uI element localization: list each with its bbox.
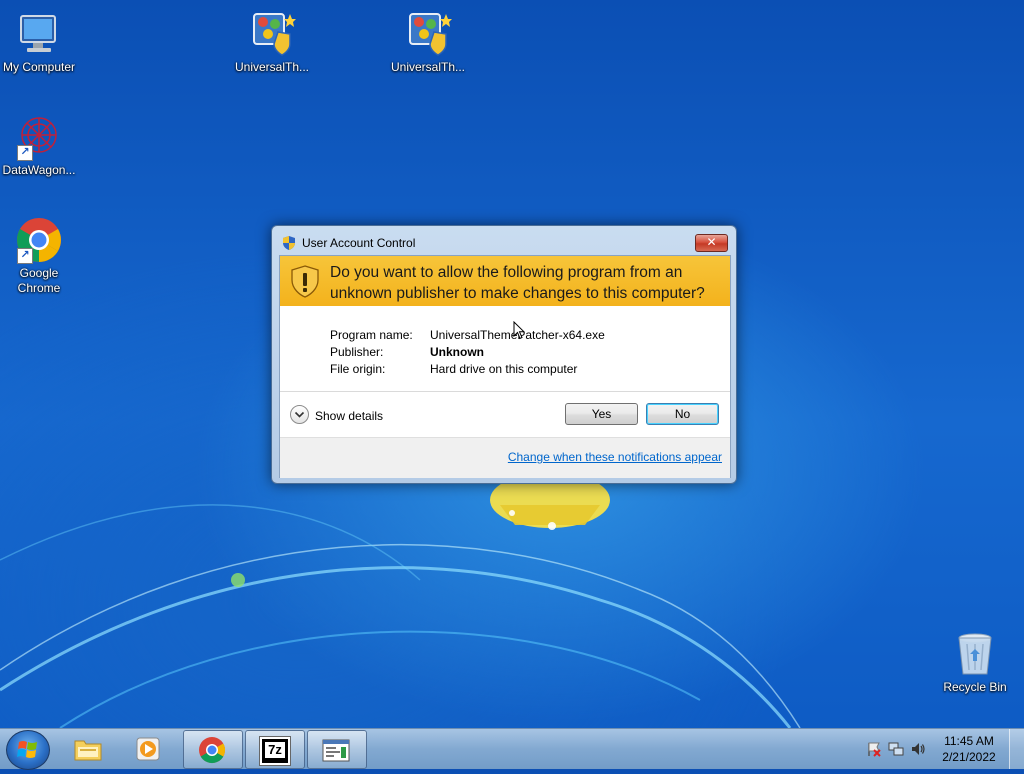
taskbar-app-window[interactable] (307, 730, 367, 769)
show-details-label[interactable]: Show details (315, 409, 383, 423)
7zip-icon: 7z (259, 736, 291, 766)
universal-theme-patcher-icon (404, 10, 452, 58)
clock-time: 11:45 AM (944, 734, 994, 748)
chrome-icon (199, 737, 226, 764)
uac-titlebar[interactable]: User Account Control ✕ (272, 226, 736, 254)
publisher-label: Publisher: (330, 345, 384, 359)
uac-dialog: User Account Control ✕ Do you want to al… (271, 225, 737, 484)
desktop-icon-label: Google Chrome (17, 266, 61, 295)
file-origin-value: Hard drive on this computer (430, 362, 578, 376)
desktop-icon-label: My Computer (2, 60, 76, 74)
desktop-icon-recycle-bin[interactable]: Recycle Bin (936, 630, 1014, 695)
yes-button[interactable]: Yes (565, 403, 638, 425)
taskbar-7zip[interactable]: 7z (245, 730, 305, 769)
program-name-label: Program name: (330, 328, 413, 342)
divider (280, 391, 730, 392)
desktop-icon-universal-theme-2[interactable]: UniversalTh... (389, 10, 467, 75)
change-notifications-link[interactable]: Change when these notifications appear (508, 450, 722, 464)
taskbar-chrome[interactable] (183, 730, 243, 769)
recycle-bin-icon (951, 630, 999, 678)
computer-icon (15, 10, 63, 58)
desktop-icon-datawagon[interactable]: ↗ DataWagon... (0, 113, 78, 178)
start-button[interactable] (6, 730, 50, 770)
uac-warning-banner: Do you want to allow the following progr… (280, 256, 730, 306)
taskbar-clock[interactable]: 11:45 AM 2/21/2022 (939, 733, 999, 765)
taskbar-explorer[interactable] (60, 730, 118, 767)
uac-title: User Account Control (302, 236, 416, 250)
desktop-icon-label: UniversalTh... (234, 60, 310, 74)
desktop-icon-universal-theme-1[interactable]: UniversalTh... (233, 10, 311, 75)
chrome-icon: ↗ (15, 216, 63, 264)
publisher-value: Unknown (430, 345, 484, 359)
file-origin-label: File origin: (330, 362, 386, 376)
uac-heading: Do you want to allow the following progr… (330, 264, 705, 302)
desktop-icon-label: UniversalTh... (390, 60, 466, 74)
desktop-icon-label: DataWagon... (2, 163, 76, 177)
chevron-down-icon[interactable] (290, 405, 309, 424)
7zip-label: 7z (265, 742, 285, 758)
taskbar: 7z 11:45 AM 2/21/2022 (0, 728, 1024, 770)
no-button[interactable]: No (646, 403, 719, 425)
system-tray: 11:45 AM 2/21/2022 (864, 729, 1024, 769)
desktop-icon-google-chrome[interactable]: ↗ Google Chrome (0, 216, 78, 296)
uac-footer: Change when these notifications appear (280, 437, 730, 478)
universal-theme-patcher-icon (248, 10, 296, 58)
uac-client-area: Do you want to allow the following progr… (279, 255, 731, 478)
windows-logo-icon (17, 741, 37, 758)
action-center-flag-icon[interactable] (866, 741, 882, 757)
clock-date: 2/21/2022 (942, 750, 996, 764)
show-desktop-button[interactable] (1009, 729, 1024, 769)
datawagon-icon: ↗ (15, 113, 63, 161)
warning-shield-icon (291, 265, 319, 298)
explorer-icon (74, 740, 102, 761)
media-player-icon (136, 737, 160, 761)
taskbar-media-player[interactable] (121, 730, 179, 767)
close-button[interactable]: ✕ (695, 234, 728, 252)
shortcut-arrow-icon: ↗ (17, 248, 33, 264)
volume-icon[interactable] (910, 741, 926, 757)
shortcut-arrow-icon: ↗ (17, 145, 33, 161)
mouse-cursor-icon (513, 321, 525, 340)
uac-shield-icon (283, 236, 295, 250)
app-window-icon (322, 739, 350, 762)
desktop-icon-my-computer[interactable]: My Computer (0, 10, 78, 75)
network-icon[interactable] (888, 741, 904, 757)
desktop-icon-label: Recycle Bin (943, 680, 1007, 694)
